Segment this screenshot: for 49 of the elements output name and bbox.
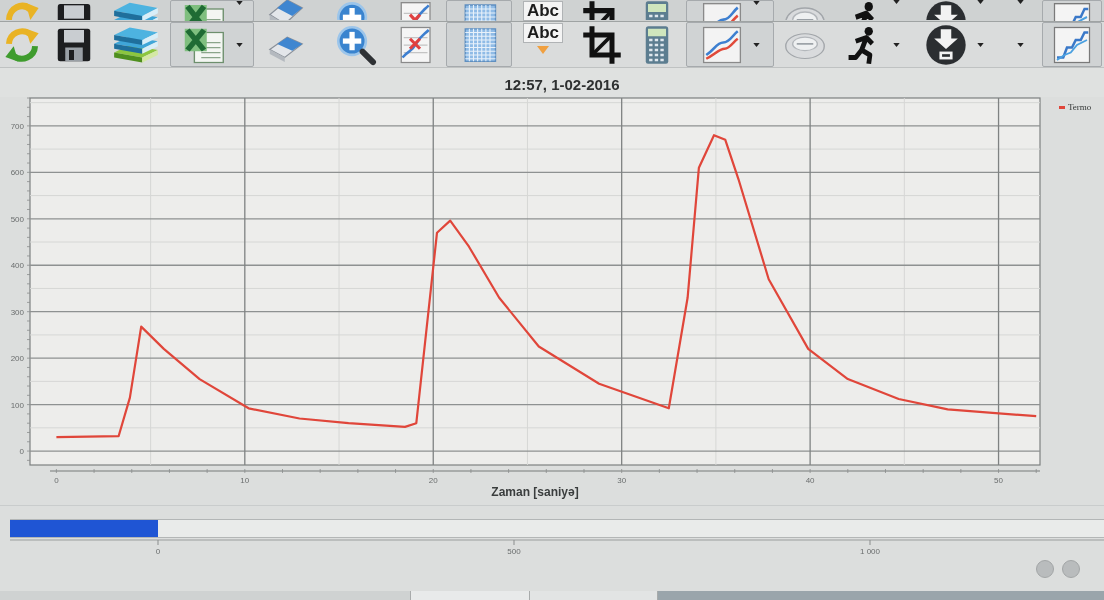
caret-icon	[752, 1, 760, 5]
caret-icon	[976, 42, 984, 47]
refresh-arrows-icon	[3, 25, 41, 64]
spreadsheet-export-button[interactable]	[170, 22, 254, 67]
zoom-in-icon	[335, 23, 377, 66]
ruler-label: 0	[155, 547, 161, 556]
line-chart-button[interactable]	[686, 22, 774, 67]
ruler-label: 500	[507, 547, 521, 556]
triangle-icon	[537, 46, 549, 54]
axis-tick-label: 0	[19, 447, 24, 457]
grid-button[interactable]	[446, 0, 512, 21]
caret-icon	[892, 42, 900, 47]
chart-icon	[1052, 24, 1092, 65]
legend-label: Termo	[1068, 101, 1092, 114]
axis-tick-label: 0	[54, 476, 59, 485]
axis-tick-label: 700	[10, 121, 24, 131]
chart-title: 12:57, 1-02-2016	[504, 74, 620, 95]
axis-tick-label: 600	[10, 168, 24, 178]
refresh-arrows-icon	[3, 0, 41, 20]
line-chart-button[interactable]	[686, 0, 774, 21]
spreadsheet-export-button[interactable]	[170, 0, 254, 21]
caret-icon	[976, 0, 984, 4]
grid-button[interactable]	[446, 22, 512, 67]
axis-tick-label: 50	[994, 476, 1003, 485]
crop-icon	[582, 24, 622, 65]
axis-tick-label: 20	[428, 476, 438, 485]
caret-icon	[892, 0, 900, 4]
axis-tick-label: 30	[617, 476, 627, 485]
caret-icon	[752, 42, 760, 47]
caret-icon	[1016, 0, 1024, 4]
line-chart-icon	[700, 24, 743, 65]
caret-icon	[235, 1, 243, 5]
caret-icon	[1016, 42, 1024, 47]
axis-tick-label: 100	[10, 400, 24, 410]
axis-tick-label: 40	[805, 476, 815, 485]
axis-tick-label: 10	[240, 476, 250, 485]
axis-tick-label: 300	[10, 307, 24, 317]
download-disc-icon	[924, 23, 967, 66]
chart-icon	[1052, 1, 1092, 21]
line-chart-icon	[700, 1, 743, 21]
chart-button[interactable]	[1042, 22, 1102, 67]
axis-tick-label: 400	[10, 261, 24, 271]
caret-icon	[235, 42, 243, 47]
chart-button[interactable]	[1042, 0, 1102, 21]
axis-tick-label: 500	[10, 214, 24, 224]
axis-title: Zaman [saniyə]	[491, 485, 579, 499]
ruler-label: 1 000	[860, 547, 880, 556]
text-format-button[interactable]: Abc	[512, 22, 574, 67]
axis-tick-label: 200	[10, 354, 24, 364]
